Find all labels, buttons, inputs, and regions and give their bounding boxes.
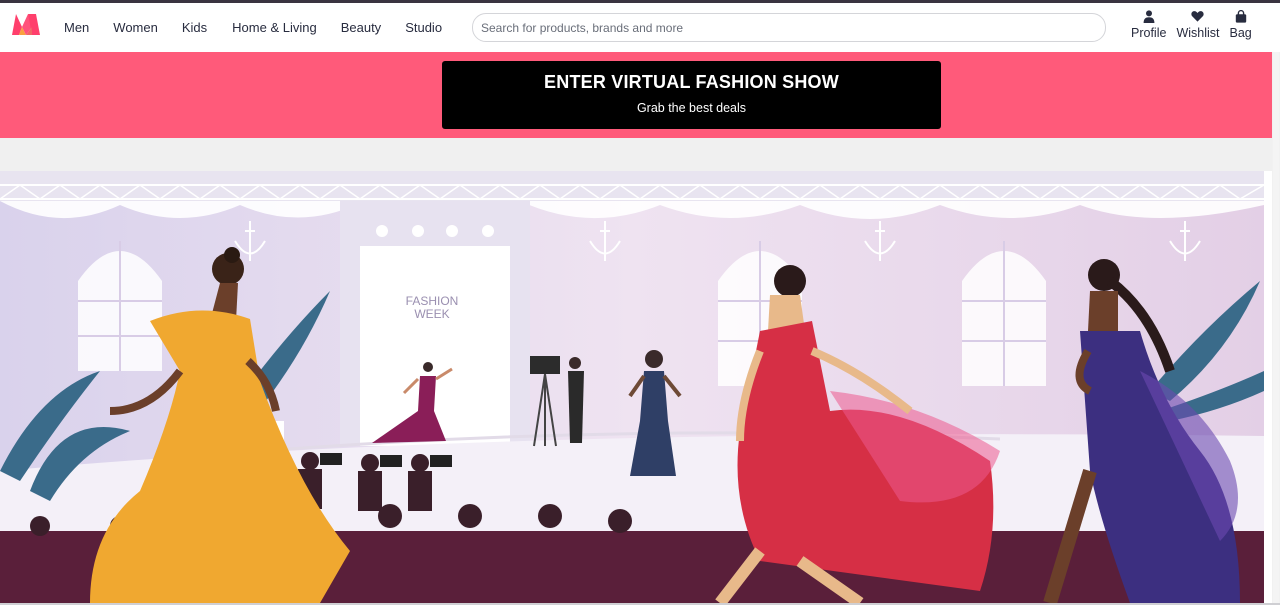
person-icon <box>1142 9 1156 23</box>
section-spacer <box>0 138 1272 171</box>
wishlist-button[interactable]: Wishlist <box>1176 9 1220 49</box>
stage-sign-line2: WEEK <box>414 307 449 321</box>
nav-item-beauty[interactable]: Beauty <box>341 20 381 35</box>
header-actions: Profile Wishlist Bag <box>1126 9 1257 49</box>
main-nav: Men Women Kids Home & Living Beauty Stud… <box>52 3 454 51</box>
nav-item-women[interactable]: Women <box>113 20 158 35</box>
bag-label: Bag <box>1229 26 1252 40</box>
fashion-show-illustration: FASHION WEEK <box>0 171 1264 603</box>
bag-button[interactable]: Bag <box>1230 9 1252 49</box>
profile-label: Profile <box>1131 26 1167 40</box>
brand-logo[interactable] <box>10 11 42 37</box>
cta-title: ENTER VIRTUAL FASHION SHOW <box>544 72 839 92</box>
nav-item-studio[interactable]: Studio <box>405 20 442 35</box>
heart-icon <box>1191 9 1205 23</box>
bag-icon <box>1234 9 1248 23</box>
nav-item-men[interactable]: Men <box>64 20 89 35</box>
virtual-fashion-show-button[interactable]: ENTER VIRTUAL FASHION SHOW Grab the best… <box>442 61 941 129</box>
nav-item-kids[interactable]: Kids <box>182 20 207 35</box>
fashion-show-banner[interactable]: FASHION WEEK <box>0 171 1264 603</box>
nav-item-home-living[interactable]: Home & Living <box>232 20 317 35</box>
scrollbar-thumb[interactable] <box>1273 52 1279 605</box>
wishlist-label: Wishlist <box>1176 26 1220 40</box>
site-header: Men Women Kids Home & Living Beauty Stud… <box>0 3 1280 51</box>
search-input[interactable] <box>481 20 1097 35</box>
promo-strip: ENTER VIRTUAL FASHION SHOW Grab the best… <box>0 52 1272 138</box>
stage-sign-line1: FASHION <box>406 294 459 308</box>
profile-button[interactable]: Profile <box>1131 9 1166 49</box>
page-scrollbar[interactable] <box>1272 52 1280 605</box>
cta-subtitle: Grab the best deals <box>636 101 747 115</box>
search-bar[interactable] <box>472 13 1106 42</box>
